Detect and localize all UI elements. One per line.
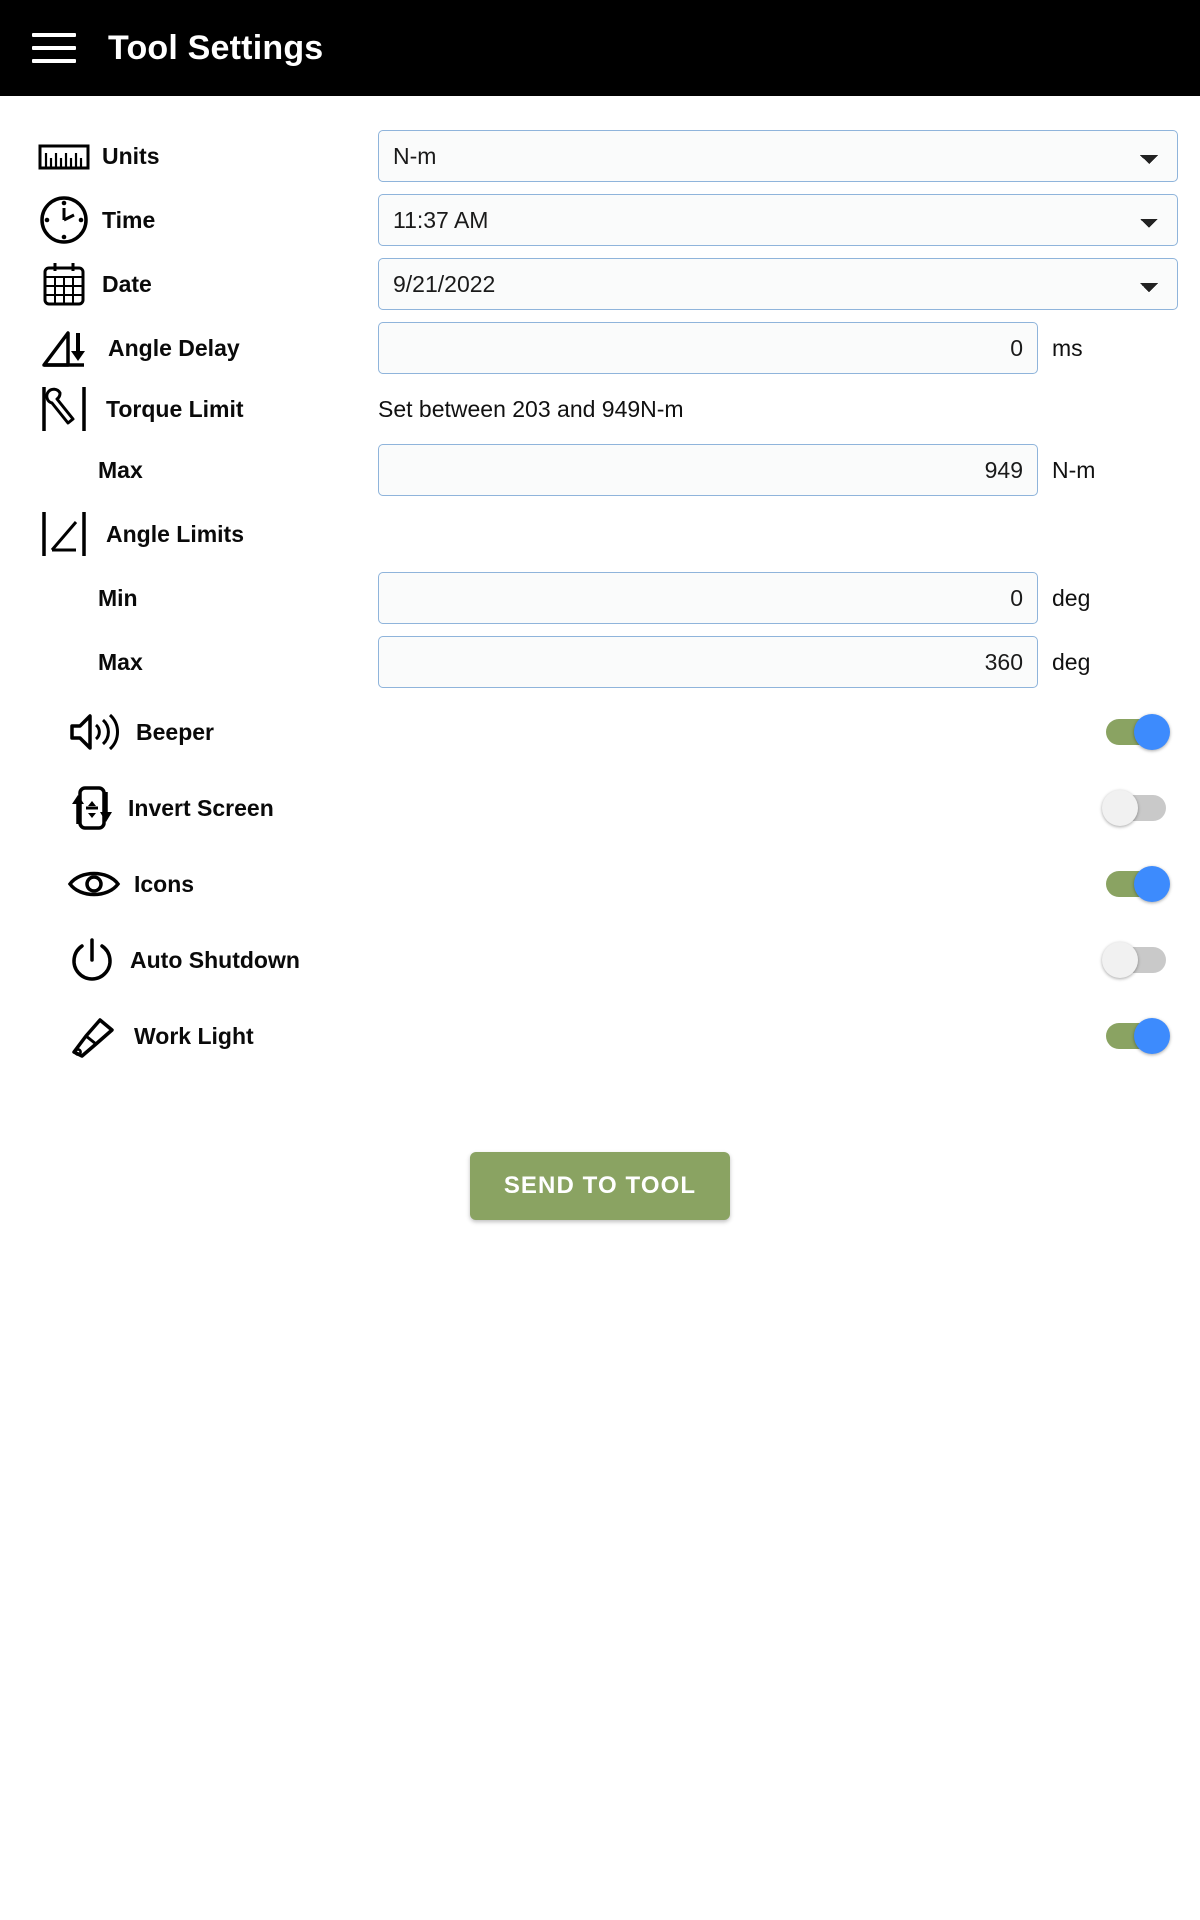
auto-shutdown-label-group: Auto Shutdown [38, 934, 1106, 986]
app-header: Tool Settings [0, 0, 1200, 96]
invert-screen-toggle[interactable] [1102, 790, 1166, 826]
time-select[interactable]: 11:37 AM [378, 194, 1178, 246]
invert-screen-label: Invert Screen [128, 794, 274, 821]
beeper-label: Beeper [136, 718, 214, 745]
torque-limit-hint-wrap: Set between 203 and 949N-m [378, 396, 1166, 423]
angle-limits-label-group: Angle Limits [38, 508, 378, 560]
angle-min-label: Min [98, 584, 138, 611]
auto-shutdown-toggle[interactable] [1102, 942, 1166, 978]
page-title: Tool Settings [108, 28, 324, 67]
angle-min-control: deg [378, 572, 1166, 624]
invert-screen-icon [66, 782, 116, 834]
date-control: 9/21/2022 [378, 258, 1178, 310]
date-label: Date [102, 270, 152, 297]
time-label: Time [102, 206, 156, 233]
power-icon [66, 934, 118, 986]
angle-min-input[interactable] [378, 572, 1038, 624]
wrench-icon [38, 381, 94, 437]
torque-limit-label-group: Torque Limit [38, 381, 378, 437]
torque-max-control: N-m [378, 444, 1166, 496]
icons-label-group: Icons [38, 867, 1106, 901]
row-work-light: Work Light [0, 998, 1200, 1074]
angle-max-control: deg [378, 636, 1166, 688]
torque-limit-hint: Set between 203 and 949N-m [378, 395, 684, 422]
angle-max-input[interactable] [378, 636, 1038, 688]
time-label-group: Time [38, 194, 378, 246]
flashlight-icon [66, 1012, 122, 1060]
units-control: N-m [378, 130, 1178, 182]
row-angle-min: Min deg [0, 566, 1200, 630]
angle-max-unit: deg [1052, 648, 1091, 675]
eye-icon [66, 867, 122, 901]
row-auto-shutdown: Auto Shutdown [0, 922, 1200, 998]
row-torque-max: Max N-m [0, 438, 1200, 502]
calendar-icon [38, 258, 90, 310]
work-light-label-group: Work Light [38, 1012, 1106, 1060]
angle-delay-unit: ms [1052, 334, 1083, 361]
angle-limits-label: Angle Limits [106, 520, 245, 547]
hamburger-menu-icon[interactable] [32, 28, 78, 68]
angle-delay-label-group: Angle Delay [38, 325, 378, 371]
icons-toggle[interactable] [1106, 866, 1170, 902]
beeper-toggle[interactable] [1106, 714, 1170, 750]
angle-delay-input[interactable] [378, 322, 1038, 374]
row-angle-limits: Angle Limits [0, 502, 1200, 566]
invert-screen-label-group: Invert Screen [38, 782, 1106, 834]
time-control: 11:37 AM [378, 194, 1178, 246]
row-icons: Icons [0, 846, 1200, 922]
ruler-icon [38, 140, 90, 172]
units-label-group: Units [38, 140, 378, 172]
units-select[interactable]: N-m [378, 130, 1178, 182]
icons-label: Icons [134, 870, 195, 897]
angle-delay-icon [38, 325, 96, 371]
row-time: Time 11:37 AM [0, 188, 1200, 252]
angle-limits-icon [38, 508, 94, 560]
angle-max-label: Max [98, 648, 143, 675]
work-light-toggle[interactable] [1106, 1018, 1170, 1054]
settings-form: Units N-m Time 11:37 AM Date 9/21/2022 A… [0, 96, 1200, 1220]
torque-max-label: Max [98, 456, 143, 483]
row-torque-limit: Torque Limit Set between 203 and 949N-m [0, 380, 1200, 438]
beeper-label-group: Beeper [38, 708, 1106, 756]
units-label: Units [102, 142, 160, 169]
torque-max-label-group: Max [38, 457, 378, 484]
angle-delay-control: ms [378, 322, 1166, 374]
row-date: Date 9/21/2022 [0, 252, 1200, 316]
angle-min-label-group: Min [38, 585, 378, 612]
row-invert-screen: Invert Screen [0, 770, 1200, 846]
torque-max-unit: N-m [1052, 456, 1096, 483]
torque-limit-label: Torque Limit [106, 395, 244, 422]
angle-max-label-group: Max [38, 649, 378, 676]
row-angle-max: Max deg [0, 630, 1200, 694]
send-button-wrap: SEND TO TOOL [0, 1152, 1200, 1220]
row-angle-delay: Angle Delay ms [0, 316, 1200, 380]
speaker-icon [66, 708, 124, 756]
date-select[interactable]: 9/21/2022 [378, 258, 1178, 310]
row-units: Units N-m [0, 124, 1200, 188]
row-beeper: Beeper [0, 694, 1200, 770]
auto-shutdown-label: Auto Shutdown [130, 946, 300, 973]
date-label-group: Date [38, 258, 378, 310]
clock-icon [38, 194, 90, 246]
angle-min-unit: deg [1052, 584, 1091, 611]
angle-delay-label: Angle Delay [108, 334, 240, 361]
torque-max-input[interactable] [378, 444, 1038, 496]
work-light-label: Work Light [134, 1022, 254, 1049]
send-to-tool-button[interactable]: SEND TO TOOL [469, 1152, 731, 1220]
